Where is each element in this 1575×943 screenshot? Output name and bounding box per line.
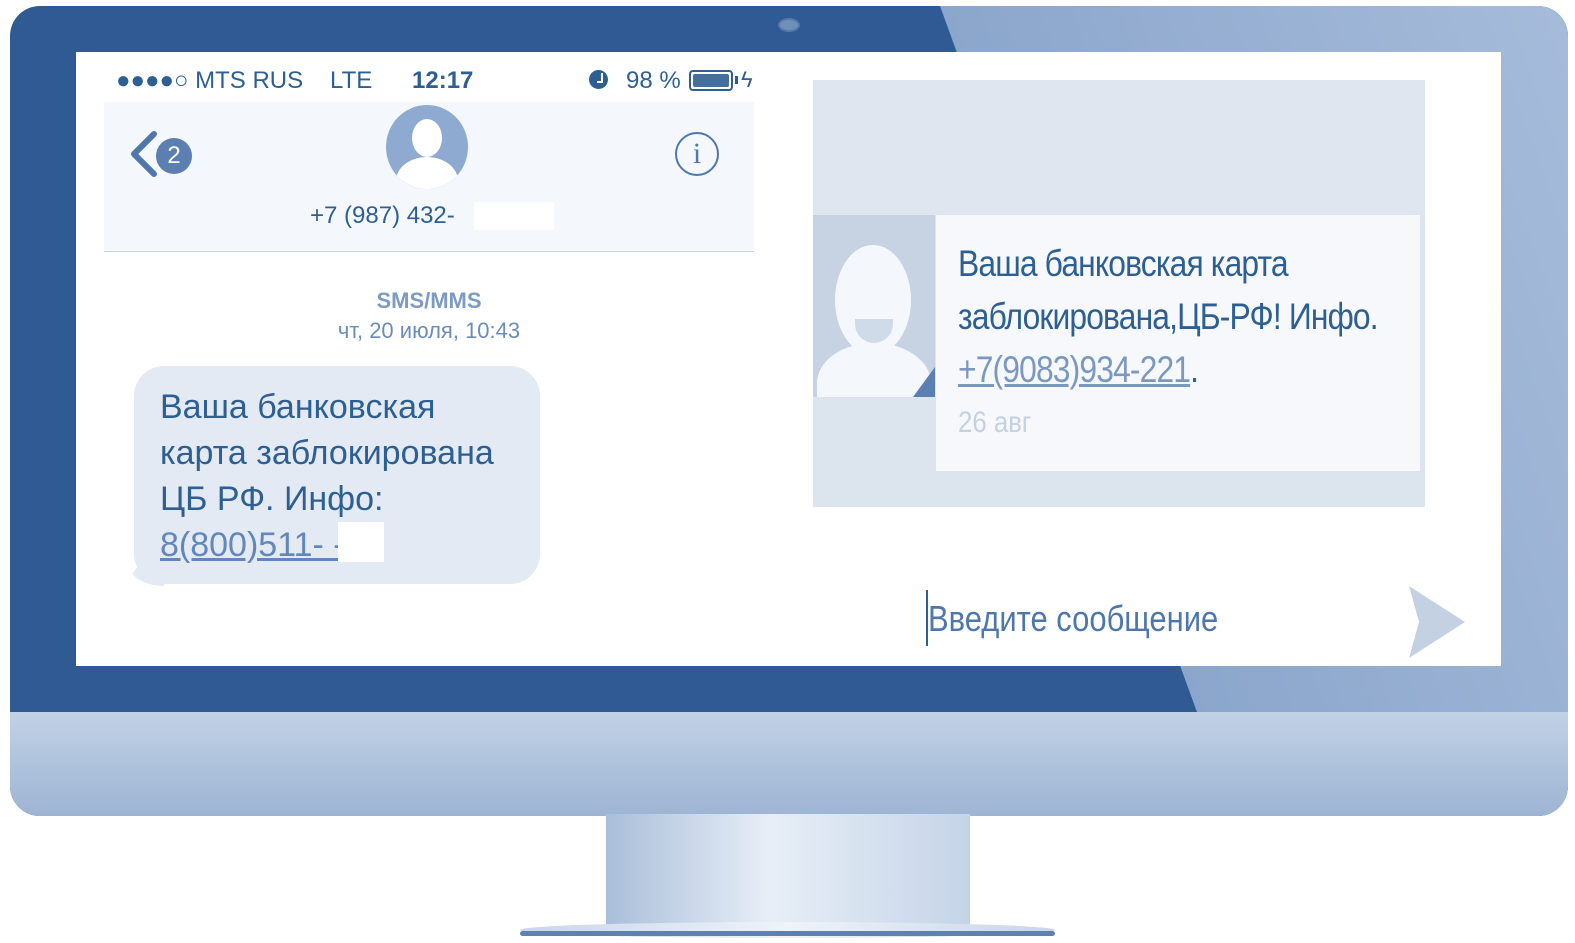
incoming-message-bubble[interactable]: Ваша банковская карта заблокирована ЦБ Р… <box>134 366 540 584</box>
phone-link[interactable]: 8(800)511- -05 <box>160 522 514 568</box>
link-suffix: . <box>1190 349 1199 390</box>
message-line: ЦБ РФ. Инфо: <box>160 480 384 518</box>
incoming-message[interactable]: Ваша банковская карта заблокирована,ЦБ-Р… <box>936 215 1420 471</box>
message-type: SMS/MMS <box>376 288 482 313</box>
message-date: 26 авг <box>958 406 1032 439</box>
android-messages-panel: Ваша банковская карта заблокирована,ЦБ-Р… <box>813 80 1465 666</box>
status-bar: ●●●●○ MTS RUS LTE 12:17 98 % ϟ <box>116 64 754 98</box>
redaction-box <box>474 202 554 230</box>
monitor-screen: ●●●●○ MTS RUS LTE 12:17 98 % ϟ 2 +7 (987… <box>76 52 1501 666</box>
android-header-area <box>813 80 1425 215</box>
battery-percentage: 98 % <box>626 67 681 94</box>
carrier-label: ●●●●○ MTS RUS <box>116 67 304 94</box>
person-icon[interactable] <box>386 105 468 189</box>
back-count-badge[interactable]: 2 <box>156 138 192 174</box>
alarm-icon <box>589 70 608 89</box>
monitor-base-edge <box>520 931 1055 936</box>
phone-link[interactable]: +7(9083)934-221 <box>958 349 1191 390</box>
message-line: карта заблокирована <box>160 434 494 472</box>
message-link-line: +7(9083)934-221. <box>958 343 1422 396</box>
message-date: чт, 20 июля, 10:43 <box>337 318 521 343</box>
status-time: 12:17 <box>412 67 474 94</box>
conversation-header: 2 +7 (987) 432- i <box>104 102 754 252</box>
send-icon[interactable] <box>1409 582 1465 662</box>
iphone-messages-panel: ●●●●○ MTS RUS LTE 12:17 98 % ϟ 2 +7 (987… <box>104 52 754 666</box>
contact-number[interactable]: +7 (987) 432- <box>310 202 455 230</box>
message-line: Ваша банковская карта <box>958 243 1289 284</box>
message-line: Ваша банковская <box>160 388 436 426</box>
redaction-box <box>338 522 384 562</box>
network-label: LTE <box>330 67 373 94</box>
battery-icon <box>689 70 733 91</box>
monitor-chin <box>10 712 1568 816</box>
message-line: заблокирована,ЦБ-РФ! Инфо. <box>958 296 1379 337</box>
info-icon[interactable]: i <box>675 132 719 176</box>
android-message-card: Ваша банковская карта заблокирована,ЦБ-Р… <box>813 215 1425 507</box>
battery-tip <box>735 76 738 84</box>
compose-input[interactable] <box>928 594 1307 644</box>
person-icon <box>813 215 935 397</box>
bolt-icon: ϟ <box>741 67 753 92</box>
monitor-stand <box>606 814 970 926</box>
camera-icon <box>778 18 800 32</box>
thread-meta: SMS/MMS чт, 20 июля, 10:43 <box>104 286 754 346</box>
monitor-frame: ●●●●○ MTS RUS LTE 12:17 98 % ϟ 2 +7 (987… <box>10 6 1568 816</box>
